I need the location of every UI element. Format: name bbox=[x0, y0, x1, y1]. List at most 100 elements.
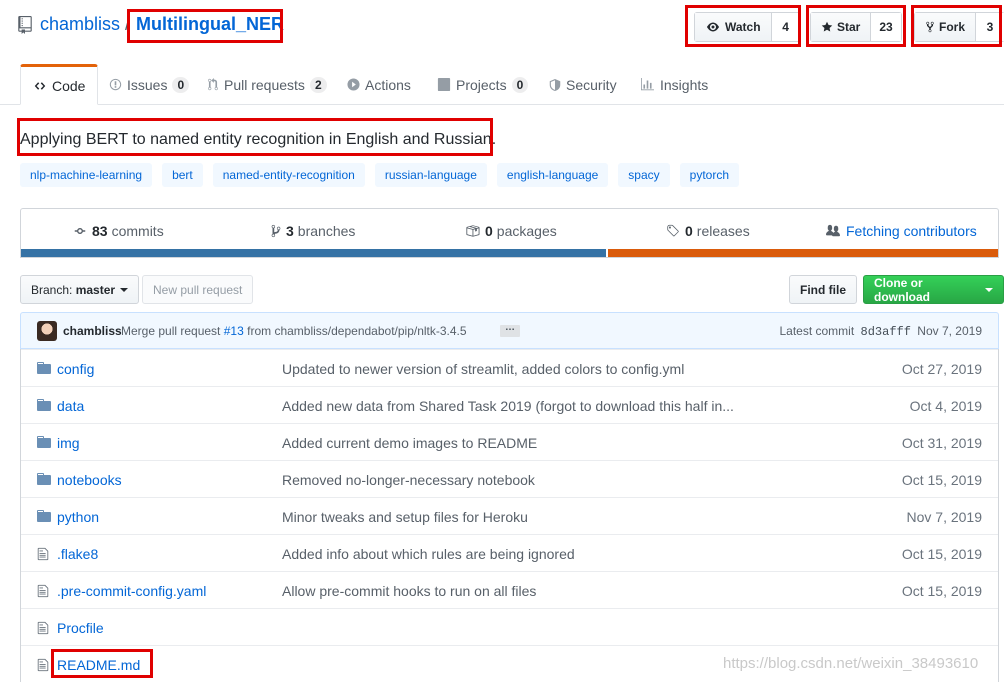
fork-button-group: Fork 3 bbox=[914, 12, 1004, 42]
projects-counter: 0 bbox=[511, 76, 529, 93]
language-bar[interactable] bbox=[21, 249, 998, 257]
topic-tag[interactable]: english-language bbox=[496, 163, 609, 187]
branches-link[interactable]: 3 branches bbox=[271, 223, 355, 239]
fork-icon bbox=[926, 21, 934, 33]
tab-insights[interactable]: Insights bbox=[640, 64, 708, 105]
repo-title: chambliss / Multilingual_NER bbox=[18, 14, 284, 35]
commit-message: Merge pull request #13 from chambliss/de… bbox=[121, 324, 467, 338]
table-row: config Updated to newer version of strea… bbox=[21, 349, 998, 386]
file-commit-message[interactable]: Allow pre-commit hooks to run on all fil… bbox=[282, 583, 752, 599]
file-age: Oct 15, 2019 bbox=[901, 546, 982, 562]
topic-tag[interactable]: russian-language bbox=[374, 163, 487, 187]
file-name-link[interactable]: img bbox=[57, 435, 80, 451]
file-name-link[interactable]: config bbox=[57, 361, 94, 377]
file-commit-message[interactable]: Minor tweaks and setup files for Heroku bbox=[282, 509, 752, 525]
pr-link[interactable]: #13 bbox=[224, 324, 244, 338]
file-commit-message[interactable]: Removed no-longer-necessary notebook bbox=[282, 472, 752, 488]
commit-icon bbox=[74, 228, 86, 234]
avatar[interactable] bbox=[37, 321, 57, 341]
graph-icon bbox=[641, 78, 654, 91]
file-name-link[interactable]: data bbox=[57, 398, 84, 414]
file-icon bbox=[37, 621, 49, 635]
table-row: python Minor tweaks and setup files for … bbox=[21, 497, 998, 534]
file-commit-message[interactable]: Updated to newer version of streamlit, a… bbox=[282, 361, 752, 377]
watch-button-group: Watch 4 bbox=[694, 12, 801, 42]
file-commit-message[interactable]: Added current demo images to README bbox=[282, 435, 752, 451]
commit-sha-link[interactable]: 8d3afff bbox=[861, 325, 911, 339]
repo-description: Applying BERT to named entity recognitio… bbox=[20, 131, 497, 148]
folder-icon bbox=[37, 436, 51, 448]
file-age: Oct 4, 2019 bbox=[909, 398, 982, 414]
fork-button[interactable]: Fork bbox=[915, 13, 977, 41]
commit-author-link[interactable]: chambliss bbox=[63, 324, 122, 338]
file-name-link[interactable]: .flake8 bbox=[57, 546, 98, 562]
file-icon bbox=[37, 658, 49, 672]
file-name-link[interactable]: README.md bbox=[57, 657, 140, 673]
watch-count[interactable]: 4 bbox=[771, 13, 800, 41]
file-age: Oct 15, 2019 bbox=[901, 583, 982, 599]
topic-list: nlp-machine-learning bert named-entity-r… bbox=[20, 163, 749, 187]
find-file-button[interactable]: Find file bbox=[789, 275, 857, 304]
file-commit-message[interactable]: Added info about which rules are being i… bbox=[282, 546, 752, 562]
branch-icon bbox=[271, 224, 281, 238]
file-icon bbox=[37, 584, 49, 598]
watch-label: Watch bbox=[725, 20, 761, 34]
eye-icon bbox=[707, 22, 719, 32]
tab-pull-requests[interactable]: Pull requests 2 bbox=[207, 64, 327, 105]
latest-commit-bar: chambliss Merge pull request #13 from ch… bbox=[20, 312, 999, 349]
caret-down-icon bbox=[985, 287, 993, 292]
file-name-link[interactable]: python bbox=[57, 509, 99, 525]
tag-icon bbox=[667, 224, 679, 237]
branch-select[interactable]: Branch: master bbox=[20, 275, 140, 304]
file-icon bbox=[37, 547, 49, 561]
file-commit-message[interactable]: Added new data from Shared Task 2019 (fo… bbox=[282, 398, 752, 414]
project-icon bbox=[437, 78, 451, 91]
topic-tag[interactable]: nlp-machine-learning bbox=[20, 163, 153, 187]
expand-commit-button[interactable]: … bbox=[500, 323, 520, 337]
star-count[interactable]: 23 bbox=[871, 13, 901, 41]
fork-count[interactable]: 3 bbox=[976, 13, 1004, 41]
star-button-group: Star 23 bbox=[810, 12, 902, 42]
tab-actions[interactable]: Actions bbox=[347, 64, 411, 105]
package-icon bbox=[466, 225, 480, 237]
tab-security[interactable]: Security bbox=[549, 64, 617, 105]
file-name-link[interactable]: notebooks bbox=[57, 472, 122, 488]
topic-tag[interactable]: named-entity-recognition bbox=[212, 163, 365, 187]
file-age: Nov 7, 2019 bbox=[906, 509, 983, 525]
star-label: Star bbox=[837, 20, 861, 34]
fork-label: Fork bbox=[939, 20, 966, 34]
star-button[interactable]: Star bbox=[811, 13, 872, 41]
watermark: https://blog.csdn.net/weixin_38493610 bbox=[723, 655, 979, 672]
issues-counter: 0 bbox=[172, 76, 190, 93]
repo-icon bbox=[18, 15, 32, 34]
table-row: .flake8 Added info about which rules are… bbox=[21, 534, 998, 571]
topic-tag[interactable]: bert bbox=[162, 163, 203, 187]
tab-issues[interactable]: Issues 0 bbox=[109, 64, 190, 105]
people-icon bbox=[826, 224, 840, 237]
repo-owner-link[interactable]: chambliss bbox=[40, 14, 120, 35]
topic-tag[interactable]: pytorch bbox=[679, 163, 740, 187]
topic-tag[interactable]: spacy bbox=[618, 163, 670, 187]
file-age: Oct 27, 2019 bbox=[901, 361, 982, 377]
file-name-link[interactable]: .pre-commit-config.yaml bbox=[57, 583, 206, 599]
code-icon bbox=[34, 81, 46, 90]
releases-link[interactable]: 0 releases bbox=[666, 223, 750, 239]
folder-icon bbox=[37, 399, 51, 411]
packages-link[interactable]: 0 packages bbox=[465, 223, 557, 239]
tab-projects[interactable]: Projects 0 bbox=[437, 64, 529, 105]
file-age: Oct 31, 2019 bbox=[901, 435, 982, 451]
pull-request-icon bbox=[208, 78, 218, 91]
contributors-link[interactable]: Fetching contributors bbox=[825, 223, 977, 239]
file-name-link[interactable]: Procfile bbox=[57, 620, 104, 636]
table-row: data Added new data from Shared Task 201… bbox=[21, 386, 998, 423]
table-row: notebooks Removed no-longer-necessary no… bbox=[21, 460, 998, 497]
issue-icon bbox=[109, 78, 122, 91]
tab-code[interactable]: Code bbox=[20, 64, 99, 105]
table-row: .pre-commit-config.yaml Allow pre-commit… bbox=[21, 571, 998, 608]
caret-down-icon bbox=[120, 287, 129, 292]
repo-name-link[interactable]: Multilingual_NER bbox=[136, 14, 284, 35]
commits-link[interactable]: 83 commits bbox=[73, 223, 164, 239]
clone-or-download-button[interactable]: Clone or download bbox=[863, 275, 1004, 304]
watch-button[interactable]: Watch bbox=[695, 13, 772, 41]
new-pull-request-button[interactable]: New pull request bbox=[142, 275, 254, 304]
